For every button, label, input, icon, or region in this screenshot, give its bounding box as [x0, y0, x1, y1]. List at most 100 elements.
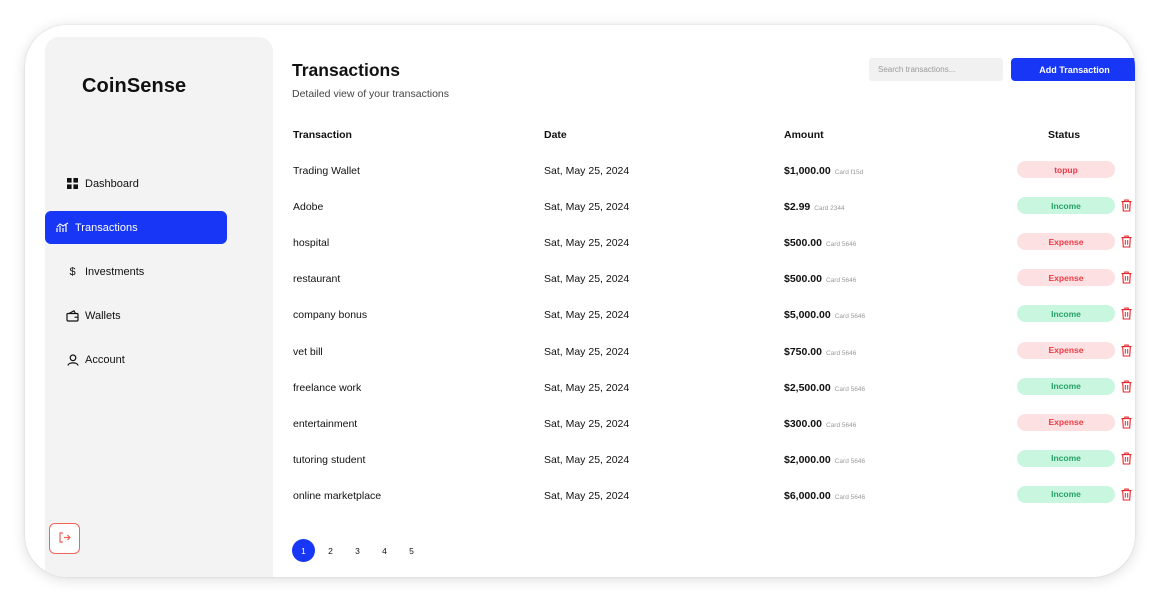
status-badge: Income — [1017, 377, 1115, 395]
trash-icon — [1121, 488, 1132, 501]
trash-icon — [1121, 271, 1132, 284]
column-header-transaction: Transaction — [293, 129, 352, 141]
table-row[interactable]: tutoring student Sat, May 25, 2024 $2,000.… — [273, 449, 1135, 489]
sidebar-item-label: Wallets — [85, 309, 121, 322]
sidebar-item-transactions[interactable]: Transactions — [45, 211, 227, 244]
page-subtitle: Detailed view of your transactions — [292, 88, 449, 100]
sidebar-item-label: Investments — [85, 265, 145, 278]
sidebar: CoinSense Dashboard Transactions $ Inves… — [45, 37, 273, 577]
delete-button[interactable] — [1121, 452, 1132, 465]
status-badge: topup — [1017, 161, 1115, 178]
transaction-amount-cell: $1,000.00 Card f15d — [784, 164, 863, 180]
card-label: Card 5646 — [834, 457, 866, 465]
transaction-amount-cell: $5,000.00 Card 5646 — [784, 308, 865, 324]
transaction-date: Sat, May 25, 2024 — [544, 165, 630, 177]
transaction-name: Trading Wallet — [293, 165, 360, 177]
sidebar-item-investments[interactable]: $ Investments — [55, 255, 237, 288]
status-badge: Expense — [1017, 341, 1115, 359]
transaction-amount: $750.00 — [784, 345, 822, 358]
transaction-amount: $500.00 — [784, 273, 822, 286]
sidebar-item-wallets[interactable]: Wallets — [55, 299, 237, 332]
add-transaction-button[interactable]: Add Transaction — [1011, 58, 1135, 81]
delete-button[interactable] — [1121, 343, 1132, 357]
page-2-button[interactable]: 2 — [319, 539, 342, 562]
table-row[interactable]: Trading Wallet Sat, May 25, 2024 $1,000.00… — [273, 161, 1135, 200]
delete-button[interactable] — [1121, 271, 1132, 284]
transaction-amount-cell: $6,000.00 Card 5646 — [784, 489, 865, 505]
transaction-name: hospital — [293, 237, 330, 250]
card-label: Card 5646 — [825, 421, 857, 429]
status-badge: Income — [1017, 449, 1115, 467]
delete-button[interactable] — [1121, 307, 1132, 320]
delete-button[interactable] — [1121, 416, 1132, 429]
transaction-name: online marketplace — [293, 489, 382, 502]
page-4-button[interactable]: 4 — [373, 539, 396, 562]
trend-icon — [56, 221, 69, 234]
transaction-date: Sat, May 25, 2024 — [544, 381, 630, 394]
logout-icon — [58, 530, 71, 548]
card-label: Card 5646 — [825, 349, 857, 357]
delete-button[interactable] — [1121, 199, 1132, 212]
transaction-amount: $2,000.00 — [784, 453, 831, 466]
table-row[interactable]: restaurant Sat, May 25, 2024 $500.00 Card 5… — [273, 269, 1135, 308]
transaction-amount-cell: $300.00 Card 5646 — [784, 417, 856, 433]
transaction-date: Sat, May 25, 2024 — [544, 345, 630, 358]
transaction-name: restaurant — [293, 273, 341, 286]
table-row[interactable]: Adobe Sat, May 25, 2024 $2.99 Card 2344 Inco… — [273, 197, 1135, 236]
sidebar-item-dashboard[interactable]: Dashboard — [55, 167, 237, 200]
card-label: Card 5646 — [834, 385, 866, 393]
logout-button[interactable] — [49, 523, 80, 554]
app-window: CoinSense Dashboard Transactions $ Inves… — [25, 25, 1135, 577]
brand-logo: CoinSense — [82, 75, 187, 97]
trash-icon — [1121, 307, 1132, 320]
table-row[interactable]: hospital Sat, May 25, 2024 $500.00 Card 564… — [273, 233, 1135, 272]
page-3-button[interactable]: 3 — [346, 539, 369, 562]
status-badge: Expense — [1017, 413, 1115, 431]
table-row[interactable]: freelance work Sat, May 25, 2024 $2,500.00… — [273, 377, 1135, 417]
transaction-name: company bonus — [293, 309, 368, 322]
trash-icon — [1121, 199, 1132, 212]
sidebar-item-account[interactable]: Account — [55, 343, 237, 376]
table-row[interactable]: entertainment Sat, May 25, 2024 $300.00 Car… — [273, 413, 1135, 453]
transaction-date: Sat, May 25, 2024 — [544, 237, 630, 250]
transaction-amount-cell: $2.99 Card 2344 — [784, 200, 845, 216]
pagination: 12345 — [292, 539, 427, 562]
main-content: Transactions Detailed view of your trans… — [273, 25, 1135, 577]
page-5-button[interactable]: 5 — [400, 539, 423, 562]
transaction-amount: $2.99 — [784, 201, 811, 214]
transaction-name: vet bill — [293, 345, 323, 358]
card-label: Card f15d — [834, 169, 864, 176]
transaction-amount: $300.00 — [784, 417, 822, 430]
transaction-date: Sat, May 25, 2024 — [544, 309, 630, 322]
transaction-date: Sat, May 25, 2024 — [544, 489, 630, 502]
trash-icon — [1121, 380, 1132, 393]
table-row[interactable]: vet bill Sat, May 25, 2024 $750.00 Card 564… — [273, 341, 1135, 381]
status-badge: Income — [1017, 305, 1115, 323]
delete-button[interactable] — [1121, 380, 1132, 393]
status-badge: Expense — [1017, 269, 1115, 287]
search-input[interactable] — [869, 58, 1003, 81]
dollar-icon: $ — [69, 265, 76, 278]
status-badge: Income — [1017, 197, 1115, 215]
transaction-amount: $5,000.00 — [784, 309, 831, 322]
page-title: Transactions — [292, 60, 400, 80]
table-row[interactable]: online marketplace Sat, May 25, 2024 $6,00… — [273, 485, 1135, 525]
transaction-name: Adobe — [293, 201, 324, 214]
transaction-amount-cell: $500.00 Card 5646 — [784, 272, 856, 288]
card-label: Card 5646 — [834, 313, 866, 321]
page-1-button[interactable]: 1 — [292, 539, 315, 562]
transaction-date: Sat, May 25, 2024 — [544, 273, 630, 286]
sidebar-item-label: Dashboard — [85, 177, 139, 190]
trash-icon — [1121, 235, 1132, 248]
transaction-date: Sat, May 25, 2024 — [544, 417, 630, 430]
status-badge: Income — [1017, 485, 1115, 503]
delete-button[interactable] — [1121, 488, 1132, 501]
user-icon — [66, 353, 79, 366]
sidebar-item-label: Transactions — [75, 221, 138, 234]
table-row[interactable]: company bonus Sat, May 25, 2024 $5,000.00 C… — [273, 305, 1135, 344]
delete-button[interactable] — [1121, 235, 1132, 248]
transaction-name: entertainment — [293, 417, 358, 430]
transaction-amount-cell: $750.00 Card 5646 — [784, 345, 856, 361]
sidebar-item-label: Account — [85, 353, 125, 366]
transaction-amount: $2,500.00 — [784, 381, 831, 394]
